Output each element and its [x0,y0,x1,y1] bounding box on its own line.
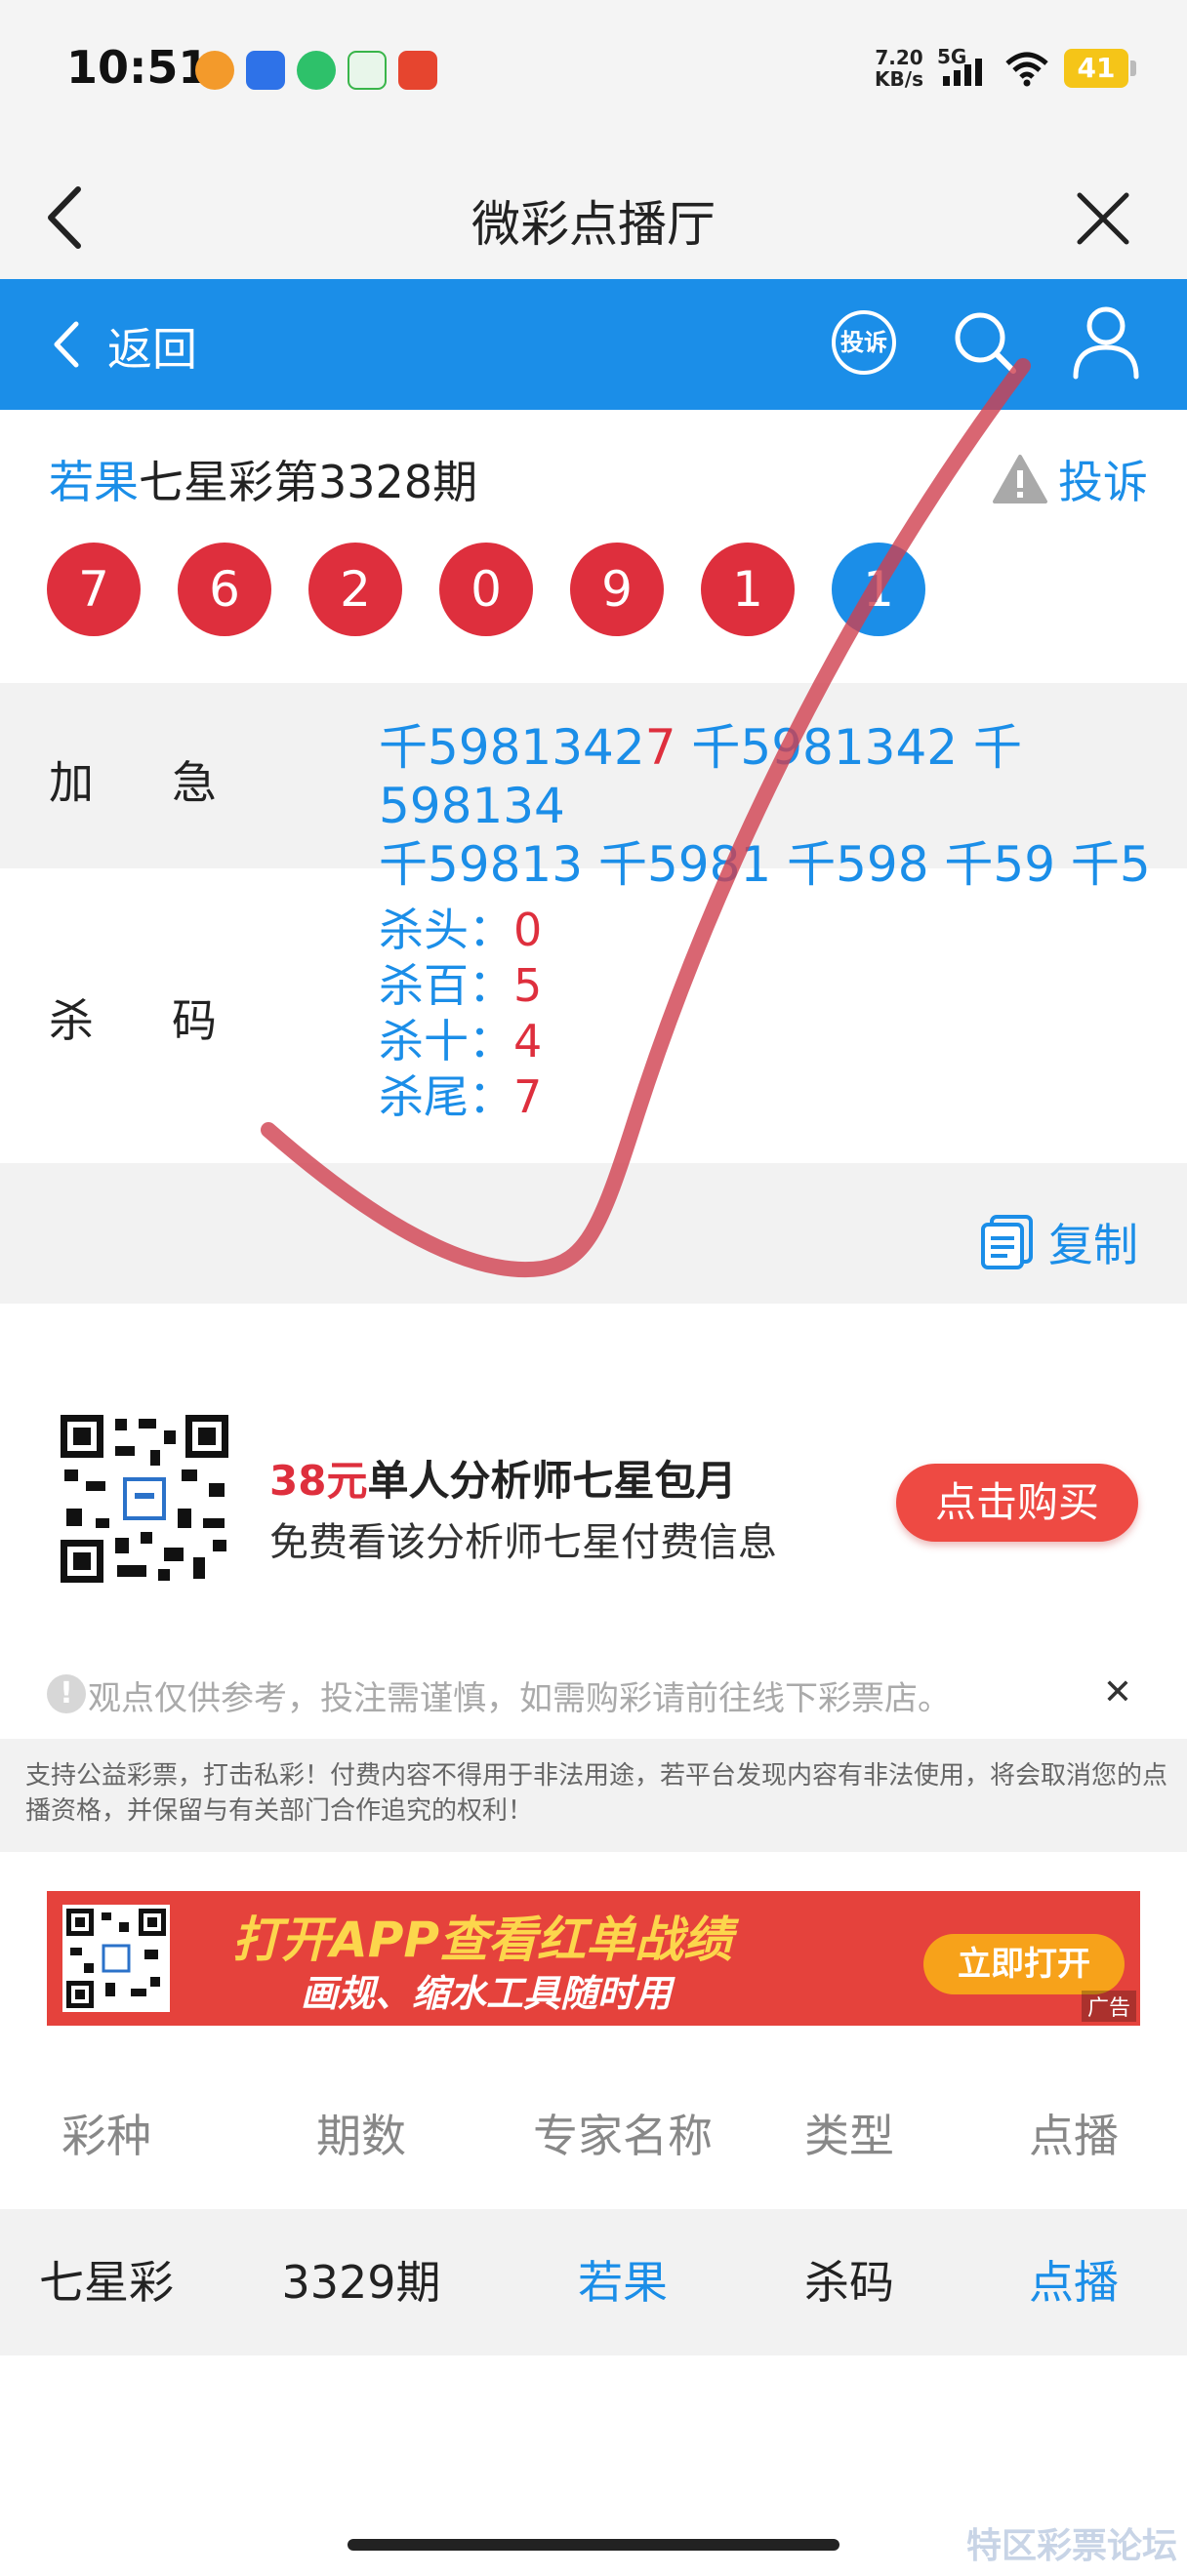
shama-item-label: 杀头： [379,904,513,956]
shama-item-value: 7 [513,1070,543,1123]
table-cell: 七星彩 [39,2256,174,2309]
shama-item: 杀头：0 [379,903,542,958]
shama-item-value: 0 [513,904,543,956]
app-notification-icon [348,51,387,90]
table-cell: 3329期 [281,2256,441,2309]
table-cell: 杀码 [804,2256,894,2309]
number-ball: 0 [439,543,533,636]
shama-label-char: 杀 [49,994,94,1047]
shama-item: 杀百：5 [379,958,542,1014]
issue-name: 七星彩第3328期 [139,456,478,508]
expert-name-link[interactable]: 若果 [49,456,139,508]
draw-numbers: 7 6 2 0 9 1 1 [47,543,925,636]
table-row: 七星彩 3329期 若果 杀码 点播 [0,2209,1187,2355]
app-header: 返回 投诉 [0,279,1187,410]
ad-label: 广告 [1081,1991,1136,2022]
net-speed-unit: KB/s [875,67,923,91]
play-link[interactable]: 点播 [966,2209,1181,2355]
shama-label-char: 码 [172,994,217,1047]
jiaji-label: 加 急 [49,747,217,812]
jiaji-line-2: 千59813 千5981 千598 千59 千5 [379,836,1151,893]
copy-button[interactable]: 复制 [978,1210,1138,1274]
table-header-cell: 彩种 [61,2110,151,2162]
warning-icon [993,455,1047,503]
shama-item-value: 4 [513,1015,543,1067]
shama-item: 杀十：4 [379,1014,542,1069]
shama-label: 杀 码 [49,986,217,1050]
info-icon: ! [47,1674,86,1713]
app-notification-icon [195,51,234,90]
shama-list: 杀头：0 杀百：5 杀十：4 杀尾：7 [379,903,542,1125]
user-icon[interactable] [1070,304,1142,381]
notice-text: 观点仅供参考，投注需谨慎，如需购彩请前往线下彩票店。 [88,1679,951,1718]
back-button[interactable]: 返回 [107,314,197,379]
chevron-left-icon[interactable] [51,320,84,369]
table-header-cell: 类型 [804,2110,894,2162]
home-indicator[interactable] [348,2539,839,2551]
shama-item-label: 杀十： [379,1015,513,1067]
net-speed: 7.20 KB/s [875,47,923,90]
banner-subtitle: 画规、缩水工具随时用 [301,1972,673,2015]
promo-title-text: 单人分析师七星包月 [367,1457,737,1505]
table-header-cell: 专家名称 [533,2110,713,2162]
report-label: 投诉 [1058,456,1148,508]
number-ball: 9 [570,543,664,636]
notice-close-icon[interactable]: ✕ [1103,1672,1132,1712]
title-bar: 微彩点播厅 [0,146,1187,279]
table-header: 彩种 期数 专家名称 类型 点播 [0,2063,1187,2209]
number-ball: 1 [701,543,795,636]
qr-code-icon [57,1411,232,1587]
close-icon[interactable] [1076,191,1130,246]
table-header-cell: 期数 [316,2110,406,2162]
number-ball-special: 1 [832,543,925,636]
issue-title: 若果七星彩第3328期 [49,447,477,511]
jiaji-label-char: 加 [49,756,94,809]
shama-item: 杀尾：7 [379,1069,542,1125]
banner-title: 打开APP查看红单战绩 [232,1912,732,1968]
banner-qr-icon [62,1905,170,2012]
shama-item-label: 杀百： [379,959,513,1012]
shama-item-label: 杀尾： [379,1070,513,1123]
number-ball: 6 [178,543,271,636]
copy-label: 复制 [1048,1219,1138,1271]
wifi-icon [1005,52,1048,87]
jiaji-text-a: 千5981342 [379,719,645,776]
disclaimer-text: 支持公益彩票，打击私彩！付费内容不得用于非法用途，若平台发现内容有非法使用，将会… [25,1761,1168,1826]
report-button[interactable]: 投诉 [992,447,1148,511]
copy-icon [981,1215,1033,1269]
expert-link[interactable]: 若果 [506,2209,740,2355]
watermark: 特区彩票论坛 [965,2526,1177,2566]
jiaji-line-1: 千59813427 千5981342 千598134 [379,718,1160,835]
table-header-cell: 点播 [1029,2110,1119,2162]
jiaji-highlight: 7 [644,719,676,776]
net-speed-value: 7.20 [875,46,923,69]
jiaji-content: 千59813427 千5981342 千598134 千59813 千5981 … [379,718,1160,894]
status-time: 10:51 [66,41,210,94]
notification-icons [195,51,437,90]
status-bar: 10:51 7.20 KB/s 5G 41 [0,0,1187,146]
complaint-icon-button[interactable]: 投诉 [832,310,896,375]
app-notification-icon [398,51,437,90]
promo-price: 38元 [269,1457,368,1505]
jiaji-label-char: 急 [172,756,217,809]
page-title: 微彩点播厅 [471,196,716,253]
buy-button[interactable]: 点击购买 [896,1464,1138,1542]
signal-icon: 5G [937,45,990,88]
app-notification-icon [246,51,285,90]
shama-item-value: 5 [513,959,543,1012]
signal-bars-icon [943,59,982,86]
number-ball: 2 [308,543,402,636]
number-ball: 7 [47,543,141,636]
search-icon[interactable] [951,308,1019,377]
battery-indicator: 41 [1064,49,1136,88]
promo-subtitle: 免费看该分析师七星付费信息 [269,1520,777,1565]
app-promo-banner[interactable]: 打开APP查看红单战绩 画规、缩水工具随时用 立即打开 广告 [47,1891,1140,2026]
open-app-button[interactable]: 立即打开 [923,1934,1125,1994]
promo-title: 38元单人分析师七星包月 [269,1448,736,1508]
app-notification-icon [297,51,336,90]
status-right: 7.20 KB/s 5G 41 [875,45,1136,90]
